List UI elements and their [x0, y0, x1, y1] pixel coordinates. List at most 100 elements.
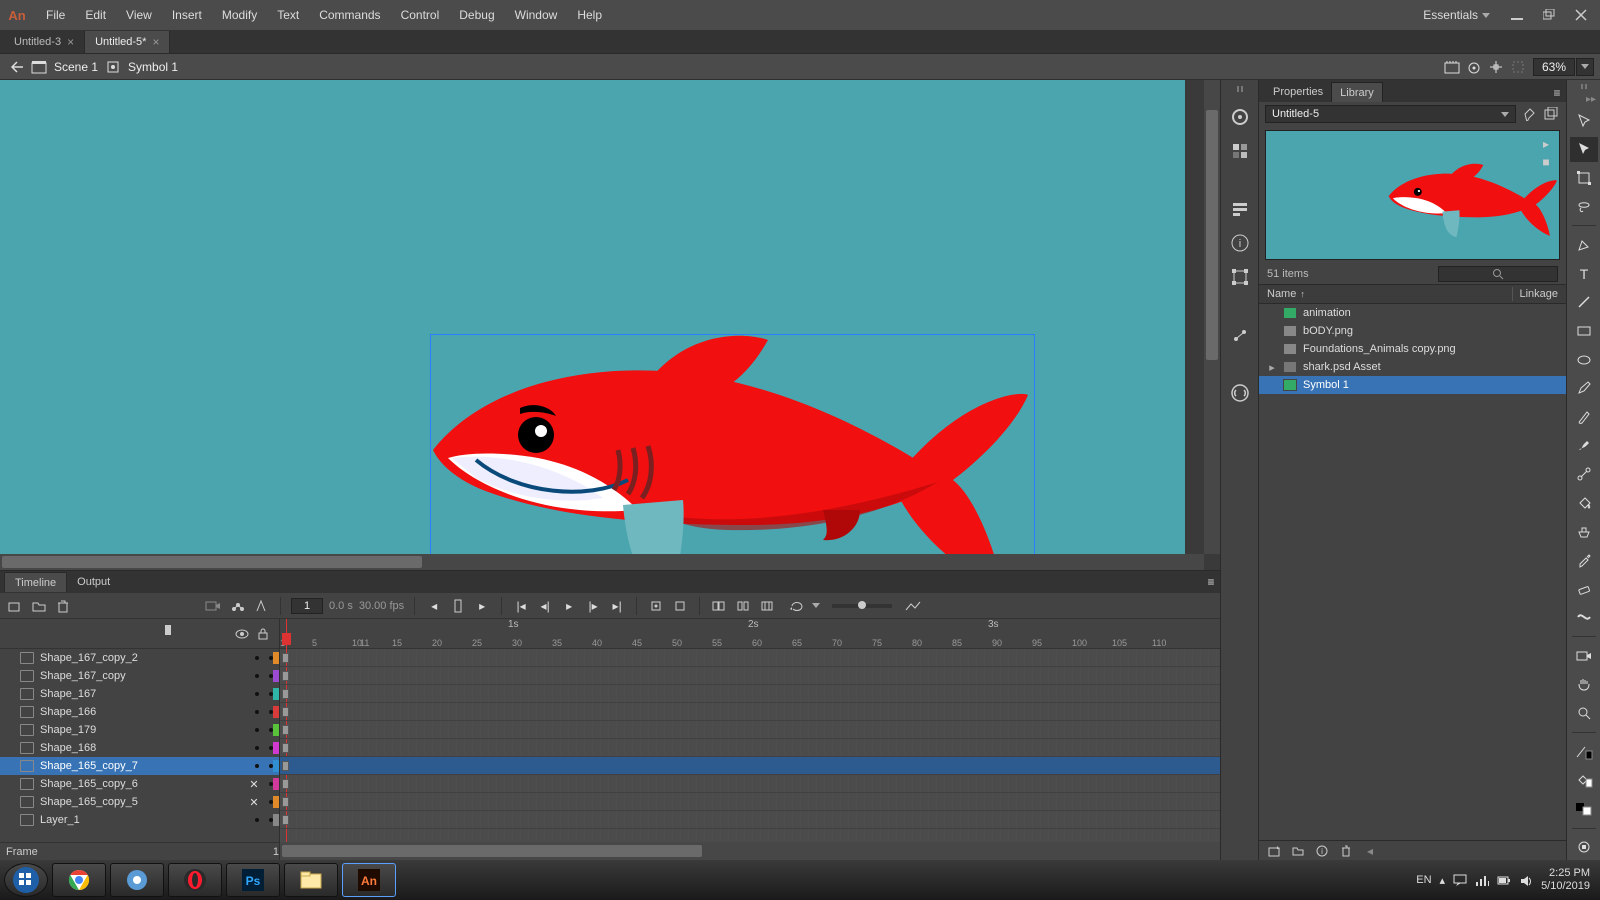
step-forward-button[interactable]: |▸ [584, 597, 602, 615]
pencil-tool[interactable] [1570, 375, 1598, 401]
timeline-horizontal-scrollbar[interactable] [280, 842, 1220, 860]
column-name[interactable]: Name [1267, 288, 1296, 300]
track-row[interactable] [280, 757, 1220, 775]
fps-label[interactable]: 30.00 fps [359, 600, 404, 612]
column-linkage[interactable]: Linkage [1519, 288, 1558, 300]
back-button[interactable] [6, 57, 28, 77]
step-forward-one-button[interactable]: ▸ [473, 597, 491, 615]
track-row[interactable] [280, 667, 1220, 685]
volume-icon[interactable] [1519, 873, 1533, 887]
library-item[interactable]: bODY.png [1259, 322, 1566, 340]
new-folder-button[interactable] [1289, 842, 1307, 860]
camera-tool[interactable] [1570, 643, 1598, 669]
layer-row[interactable]: Layer_1 [0, 811, 279, 829]
library-item[interactable]: Foundations_Animals copy.png [1259, 340, 1566, 358]
align-panel-icon[interactable] [1229, 198, 1251, 220]
language-indicator[interactable]: EN [1416, 874, 1431, 886]
track-row[interactable] [280, 685, 1220, 703]
paint-brush-tool[interactable] [1570, 433, 1598, 459]
layer-row[interactable]: Shape_167_copy [0, 667, 279, 685]
step-back-button[interactable]: ◂| [536, 597, 554, 615]
marker-button[interactable] [758, 597, 776, 615]
edit-scene-icon[interactable] [1441, 57, 1463, 77]
pin-library-button[interactable] [1520, 105, 1538, 123]
bone-tool[interactable] [1570, 461, 1598, 487]
timeline-zoom-fit-button[interactable] [904, 597, 922, 615]
delete-layer-button[interactable] [54, 597, 72, 615]
stage-horizontal-scrollbar[interactable] [0, 554, 1204, 570]
taskbar-chrome[interactable] [52, 863, 106, 897]
insert-keyframe-button[interactable] [647, 597, 665, 615]
layer-row[interactable]: Shape_165_copy_6 [0, 775, 279, 793]
selection-tool[interactable] [1570, 108, 1598, 134]
stage[interactable] [0, 80, 1220, 570]
layer-depth-button[interactable] [228, 597, 246, 615]
play-button[interactable]: ▸ [560, 597, 578, 615]
paint-bucket-tool[interactable] [1570, 490, 1598, 516]
edit-symbol-icon[interactable] [1463, 57, 1485, 77]
tab-properties[interactable]: Properties [1265, 82, 1331, 102]
layer-row[interactable]: Shape_179 [0, 721, 279, 739]
taskbar-chromium[interactable] [110, 863, 164, 897]
onion-skin-outline-button[interactable] [252, 597, 270, 615]
eyedropper-tool[interactable] [1570, 547, 1598, 573]
menu-modify[interactable]: Modify [212, 0, 267, 30]
layer-row[interactable]: Shape_167 [0, 685, 279, 703]
timeline-ruler[interactable]: 1510152025303540455055606570758085909510… [280, 619, 1220, 649]
properties-button[interactable]: i [1313, 842, 1331, 860]
taskbar-animate[interactable]: An [342, 863, 396, 897]
menu-help[interactable]: Help [567, 0, 612, 30]
insert-blank-keyframe-button[interactable] [671, 597, 689, 615]
timeline-track-area[interactable]: 1510152025303540455055606570758085909510… [280, 619, 1220, 860]
tab-library[interactable]: Library [1331, 82, 1383, 102]
info-panel-icon[interactable]: i [1229, 232, 1251, 254]
start-button[interactable] [4, 863, 48, 897]
new-library-panel-button[interactable] [1542, 105, 1560, 123]
rectangle-tool[interactable] [1570, 318, 1598, 344]
camera-button[interactable] [204, 597, 222, 615]
system-tray[interactable]: EN ▴ 2:25 PM 5/10/2019 [1416, 867, 1596, 893]
document-tab[interactable]: Untitled-5*× [85, 31, 170, 53]
window-close-button[interactable] [1568, 5, 1594, 25]
library-search-input[interactable] [1438, 266, 1558, 282]
library-item-list[interactable]: animationbODY.pngFoundations_Animals cop… [1259, 304, 1566, 840]
width-tool[interactable] [1570, 604, 1598, 630]
tray-chevron-up-icon[interactable]: ▴ [1440, 874, 1446, 887]
new-symbol-button[interactable] [1265, 842, 1283, 860]
action-center-icon[interactable] [1453, 873, 1467, 887]
layer-row[interactable]: Shape_168 [0, 739, 279, 757]
panel-menu-icon[interactable]: ≡ [1202, 573, 1220, 591]
scene-icon[interactable] [28, 57, 50, 77]
menu-text[interactable]: Text [267, 0, 309, 30]
zoom-input[interactable]: 63% [1533, 58, 1575, 76]
pen-tool[interactable] [1570, 232, 1598, 258]
menu-view[interactable]: View [116, 0, 162, 30]
panel-menu-icon[interactable]: ≡ [1548, 84, 1566, 102]
preview-stop-button[interactable]: ■ [1537, 153, 1555, 171]
stage-vertical-scrollbar[interactable] [1204, 80, 1220, 554]
visibility-header-icon[interactable] [235, 627, 249, 641]
go-to-last-button[interactable]: ▸| [608, 597, 626, 615]
menu-control[interactable]: Control [391, 0, 450, 30]
oval-tool[interactable] [1570, 347, 1598, 373]
document-tab[interactable]: Untitled-3× [4, 31, 85, 53]
preview-play-button[interactable]: ▸ [1537, 135, 1555, 153]
expand-icon[interactable]: ▸ [1267, 361, 1277, 374]
transform-panel-icon[interactable] [1229, 266, 1251, 288]
scene-label[interactable]: Scene 1 [54, 60, 98, 74]
clip-content-icon[interactable] [1507, 57, 1529, 77]
color-panel-icon[interactable] [1229, 106, 1251, 128]
track-row[interactable] [280, 811, 1220, 829]
center-stage-icon[interactable] [1485, 57, 1507, 77]
ink-bottle-tool[interactable] [1570, 519, 1598, 545]
hand-tool[interactable] [1570, 672, 1598, 698]
scrub-button[interactable] [449, 597, 467, 615]
window-restore-button[interactable] [1536, 5, 1562, 25]
window-minimize-button[interactable] [1504, 5, 1530, 25]
snap-to-object-button[interactable] [1570, 835, 1598, 861]
zoom-dropdown[interactable] [1576, 58, 1594, 76]
new-folder-button[interactable] [30, 597, 48, 615]
track-row[interactable] [280, 793, 1220, 811]
network-icon[interactable] [1475, 873, 1489, 887]
go-to-first-button[interactable]: |◂ [512, 597, 530, 615]
